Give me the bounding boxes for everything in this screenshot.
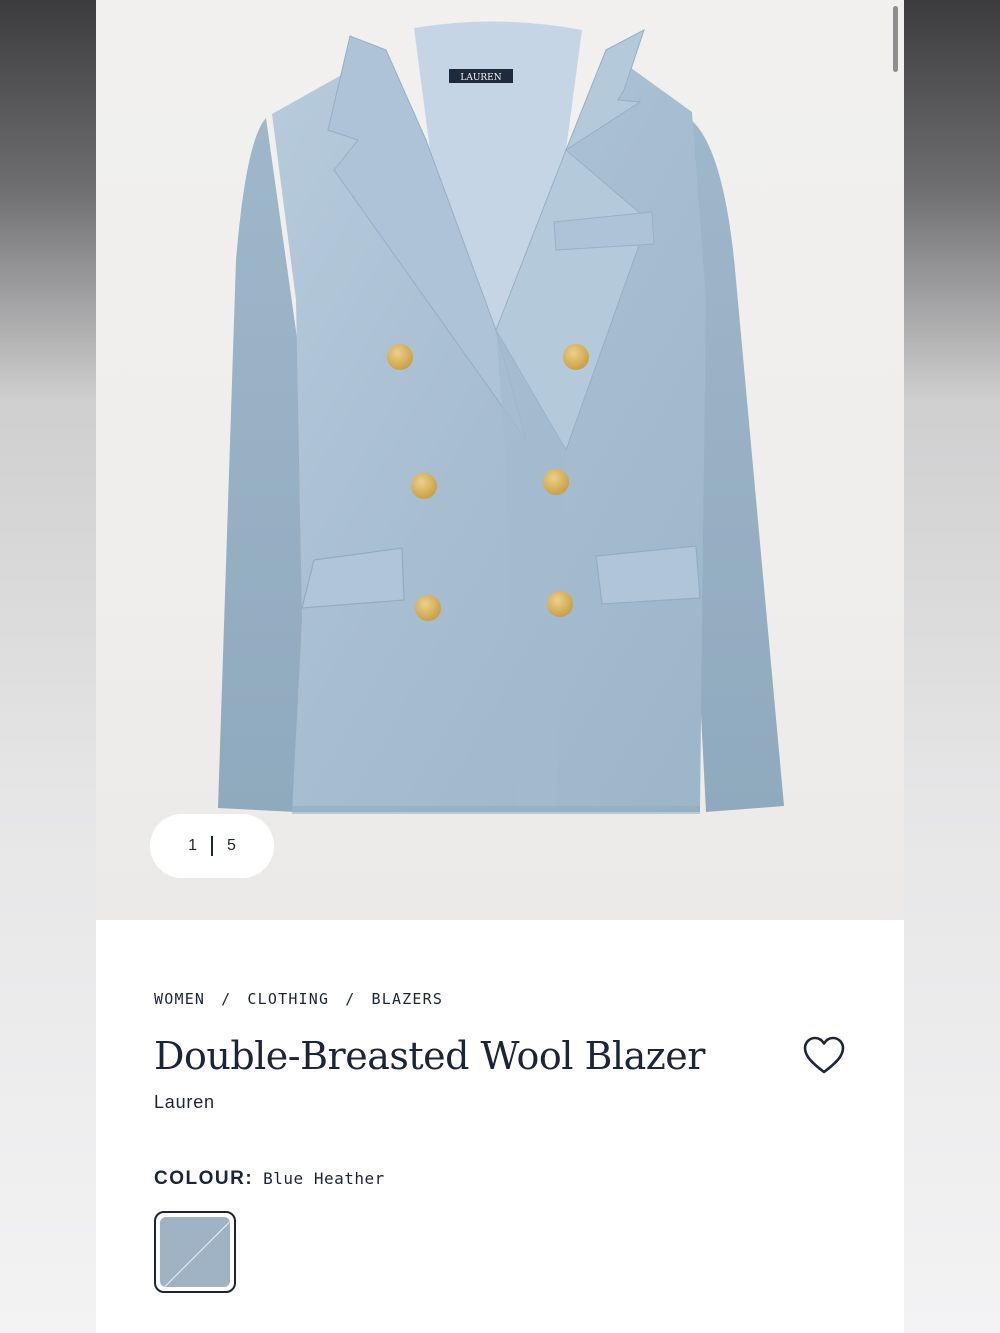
colour-row: COLOUR: Blue Heather bbox=[154, 1168, 385, 1190]
garment-label-text: LAUREN bbox=[460, 73, 501, 83]
background-right bbox=[904, 0, 1000, 1333]
product-title: Double-Breasted Wool Blazer bbox=[154, 1034, 705, 1078]
blazer-button bbox=[415, 595, 441, 621]
blazer-button bbox=[563, 344, 589, 370]
product-page: LAUREN 1 5 WOMEN / CLOTHING / BLAZERS Do… bbox=[96, 0, 904, 1333]
breadcrumb-item-blazers[interactable]: BLAZERS bbox=[371, 990, 443, 1008]
colour-label: COLOUR: bbox=[154, 1168, 254, 1189]
colour-value: Blue Heather bbox=[263, 1169, 385, 1188]
image-counter-total: 5 bbox=[227, 837, 236, 854]
breadcrumb: WOMEN / CLOTHING / BLAZERS bbox=[154, 990, 443, 1008]
product-brand[interactable]: Lauren bbox=[154, 1092, 215, 1113]
image-counter: 1 5 bbox=[150, 814, 274, 878]
breadcrumb-item-clothing[interactable]: CLOTHING bbox=[247, 990, 329, 1008]
blazer-button bbox=[387, 344, 413, 370]
blazer-button bbox=[411, 473, 437, 499]
swatch-fill bbox=[160, 1217, 230, 1287]
blazer-button bbox=[547, 591, 573, 617]
colour-swatch-blue-heather[interactable] bbox=[154, 1211, 236, 1293]
product-image-gallery[interactable]: LAUREN 1 5 bbox=[96, 0, 904, 920]
breadcrumb-separator: / bbox=[345, 990, 356, 1008]
breadcrumb-separator: / bbox=[221, 990, 232, 1008]
blazer-button bbox=[543, 469, 569, 495]
product-image: LAUREN bbox=[218, 21, 784, 814]
image-counter-separator bbox=[211, 836, 213, 856]
breadcrumb-item-women[interactable]: WOMEN bbox=[154, 990, 205, 1008]
background-left bbox=[0, 0, 96, 1333]
heart-icon bbox=[803, 1036, 845, 1074]
image-counter-current: 1 bbox=[188, 837, 197, 854]
wishlist-button[interactable] bbox=[802, 1034, 846, 1078]
scrollbar[interactable] bbox=[893, 6, 898, 72]
